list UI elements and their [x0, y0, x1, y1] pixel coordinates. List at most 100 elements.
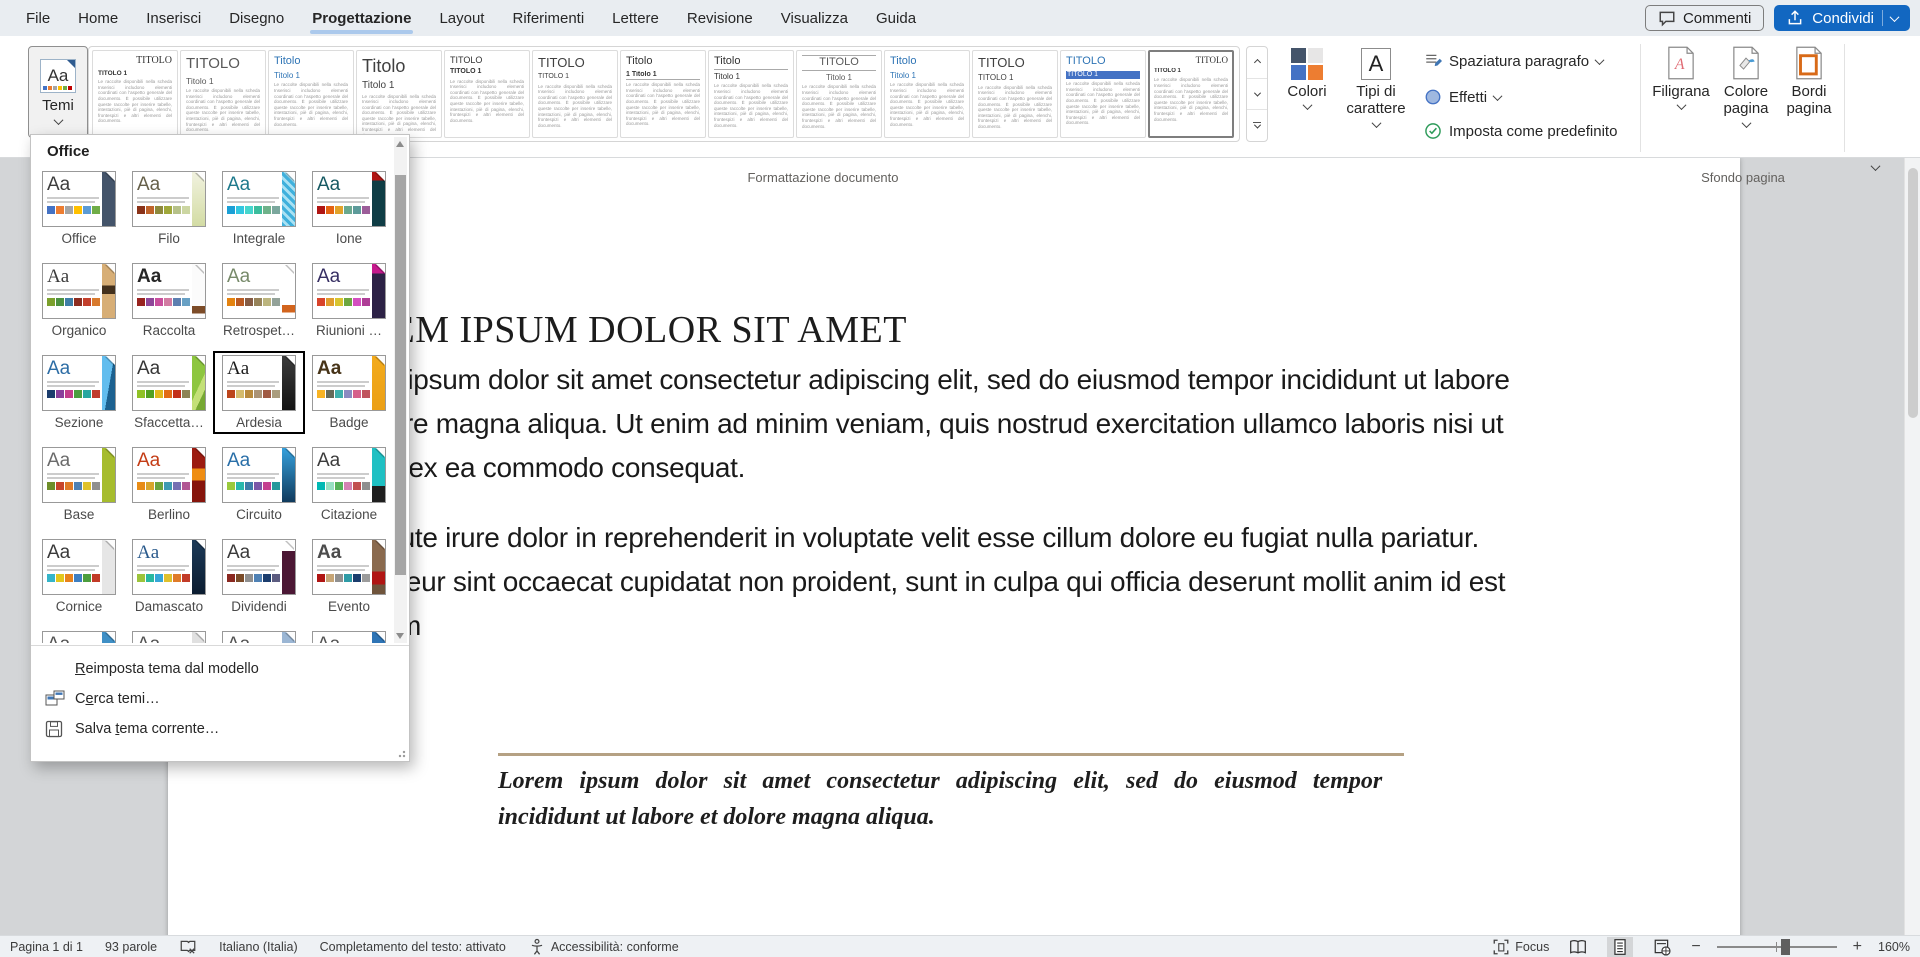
style-set-item-11[interactable]: TITOLOTITOLO 1Le raccolte disponibili ne… — [972, 50, 1058, 138]
zoom-slider[interactable] — [1717, 946, 1837, 948]
zoom-level[interactable]: 160% — [1878, 940, 1910, 954]
theme-item-retrospet[interactable]: AaRetrospet… — [215, 261, 303, 340]
theme-item-partial-3[interactable]: Aa — [215, 629, 303, 643]
menu-tab-progettazione[interactable]: Progettazione — [298, 0, 425, 36]
proofing-status[interactable] — [179, 938, 197, 956]
style-set-item-6[interactable]: TITOLOTITOLO 1Le raccolte disponibili ne… — [532, 50, 618, 138]
gallery-scroll-up-button[interactable] — [1247, 47, 1267, 79]
language-indicator[interactable]: Italiano (Italia) — [219, 940, 298, 954]
theme-item-citazione[interactable]: AaCitazione — [305, 445, 393, 524]
focus-button[interactable]: Focus — [1492, 938, 1549, 956]
themes-button[interactable]: Aa Temi — [28, 46, 88, 138]
theme-item-cornice[interactable]: AaCornice — [35, 537, 123, 616]
theme-item-ardesia[interactable]: AaArdesia — [215, 353, 303, 432]
page-borders-button[interactable]: Bordi pagina — [1780, 46, 1838, 118]
theme-item-partial-2[interactable]: Aa — [125, 629, 213, 643]
colors-button[interactable]: Colori — [1276, 48, 1338, 110]
zoom-in-button[interactable]: + — [1853, 939, 1862, 955]
menu-tab-inserisci[interactable]: Inserisci — [132, 0, 215, 36]
theme-item-sezione[interactable]: AaSezione — [35, 353, 123, 432]
gallery-scroll-down-button[interactable] — [1247, 79, 1267, 111]
share-button[interactable]: Condividi — [1774, 5, 1910, 31]
theme-item-badge[interactable]: AaBadge — [305, 353, 393, 432]
themes-grid: AaOfficeAaFiloAaIntegraleAaIone AaOrganic… — [34, 169, 396, 643]
theme-thumbnail: Aa — [312, 355, 386, 411]
vertical-scrollbar[interactable] — [1904, 158, 1920, 957]
theme-item-partial-4[interactable]: Aa — [305, 629, 393, 643]
theme-item-ione[interactable]: AaIone — [305, 169, 393, 248]
theme-item-organico[interactable]: AaOrganico — [35, 261, 123, 340]
accessibility-status[interactable]: Accessibilità: conforme — [528, 938, 679, 956]
text-line — [47, 289, 99, 291]
style-set-item-9[interactable]: TITOLOTitolo 1Le raccolte disponibili ne… — [796, 50, 882, 138]
theme-item-dividendi[interactable]: AaDividendi — [215, 537, 303, 616]
share-chevron-down-icon[interactable] — [1890, 12, 1900, 22]
style-set-item-12[interactable]: TITOLOTITOLO 1Le raccolte disponibili ne… — [1060, 50, 1146, 138]
style-set-item-title: TITOLO — [450, 55, 524, 66]
style-set-item-10[interactable]: TitoloTitolo 1Le raccolte disponibili ne… — [884, 50, 970, 138]
dropdown-scrollbar[interactable] — [394, 137, 407, 643]
web-layout-button[interactable] — [1649, 937, 1675, 957]
color-chip — [137, 482, 145, 490]
theme-item-damascato[interactable]: AaDamascato — [125, 537, 213, 616]
paragraph-spacing-button[interactable]: Spaziatura paragrafo — [1424, 52, 1603, 70]
theme-item-riunioni[interactable]: AaRiunioni … — [305, 261, 393, 340]
style-set-item-2[interactable]: TITOLOTitolo 1Le raccolte disponibili ne… — [180, 50, 266, 138]
gallery-more-button[interactable] — [1247, 110, 1267, 141]
theme-item-filo[interactable]: AaFilo — [125, 169, 213, 248]
text-line — [227, 201, 275, 203]
zoom-slider-thumb[interactable] — [1781, 939, 1790, 955]
watermark-button[interactable]: A Filigrana — [1648, 46, 1714, 110]
theme-item-base[interactable]: AaBase — [35, 445, 123, 524]
menu-tab-lettere[interactable]: Lettere — [598, 0, 673, 36]
style-set-item-7[interactable]: Titolo1 Titolo 1Le raccolte disponibili … — [620, 50, 706, 138]
comments-button[interactable]: Commenti — [1645, 5, 1764, 31]
menu-tab-home[interactable]: Home — [64, 0, 132, 36]
theme-item-raccolta[interactable]: AaRaccolta — [125, 261, 213, 340]
theme-item-integrale[interactable]: AaIntegrale — [215, 169, 303, 248]
set-as-default-button[interactable]: Imposta come predefinito — [1424, 122, 1617, 140]
text-line — [47, 293, 95, 295]
theme-item-circuito[interactable]: AaCircuito — [215, 445, 303, 524]
save-theme-menu-item[interactable]: Salva tema corrente… — [31, 714, 409, 744]
print-layout-button[interactable] — [1607, 937, 1633, 957]
text-completion-status[interactable]: Completamento del testo: attivato — [320, 940, 506, 954]
menu-tab-file[interactable]: File — [12, 0, 64, 36]
menu-tab-revisione[interactable]: Revisione — [673, 0, 767, 36]
theme-thumbnail: Aa — [312, 631, 386, 643]
word-count[interactable]: 93 parole — [105, 940, 157, 954]
scroll-down-icon[interactable] — [396, 633, 404, 639]
page-color-button[interactable]: Colore pagina — [1714, 46, 1778, 128]
style-set-item-5[interactable]: TITOLOTITOLO 1Le raccolte disponibili ne… — [444, 50, 530, 138]
read-mode-button[interactable] — [1565, 937, 1591, 957]
page-indicator[interactable]: Pagina 1 di 1 — [10, 940, 83, 954]
color-chip — [164, 298, 172, 306]
style-set-item-3[interactable]: TitoloTitolo 1Le raccolte disponibili ne… — [268, 50, 354, 138]
theme-item-sfaccetta[interactable]: AaSfaccetta… — [125, 353, 213, 432]
text-line — [137, 477, 185, 479]
style-set-item-13[interactable]: TITOLOTITOLO 1Le raccolte disponibili ne… — [1148, 50, 1234, 138]
menu-tab-riferimenti[interactable]: Riferimenti — [498, 0, 598, 36]
browse-themes-menu-item[interactable]: Cerca temi… — [31, 684, 409, 714]
menu-tab-visualizza[interactable]: Visualizza — [767, 0, 862, 36]
reset-theme-menu-item[interactable]: Reimposta tema dal modello — [31, 654, 409, 684]
fonts-button[interactable]: A Tipi di carattere — [1338, 48, 1414, 128]
theme-item-evento[interactable]: AaEvento — [305, 537, 393, 616]
dropdown-scroll-thumb[interactable] — [395, 175, 406, 575]
page-fold-icon — [376, 632, 385, 641]
resize-grip[interactable] — [398, 750, 406, 758]
style-set-item-4[interactable]: TitoloTitolo 1Le raccolte disponibili ne… — [356, 50, 442, 138]
style-set-item-1[interactable]: TITOLOTITOLO 1Le raccolte disponibili ne… — [92, 50, 178, 138]
theme-item-berlino[interactable]: AaBerlino — [125, 445, 213, 524]
theme-item-office[interactable]: AaOffice — [35, 169, 123, 248]
effects-button[interactable]: Effetti — [1424, 88, 1501, 106]
zoom-out-button[interactable]: − — [1691, 939, 1700, 955]
color-chip — [74, 390, 82, 398]
menu-tab-layout[interactable]: Layout — [425, 0, 498, 36]
scrollbar-thumb[interactable] — [1908, 168, 1918, 418]
menu-tab-disegno[interactable]: Disegno — [215, 0, 298, 36]
style-set-item-8[interactable]: TitoloTitolo 1Le raccolte disponibili ne… — [708, 50, 794, 138]
menu-tab-guida[interactable]: Guida — [862, 0, 930, 36]
scroll-up-icon[interactable] — [396, 141, 404, 147]
theme-item-partial-1[interactable]: Aa — [35, 629, 123, 643]
